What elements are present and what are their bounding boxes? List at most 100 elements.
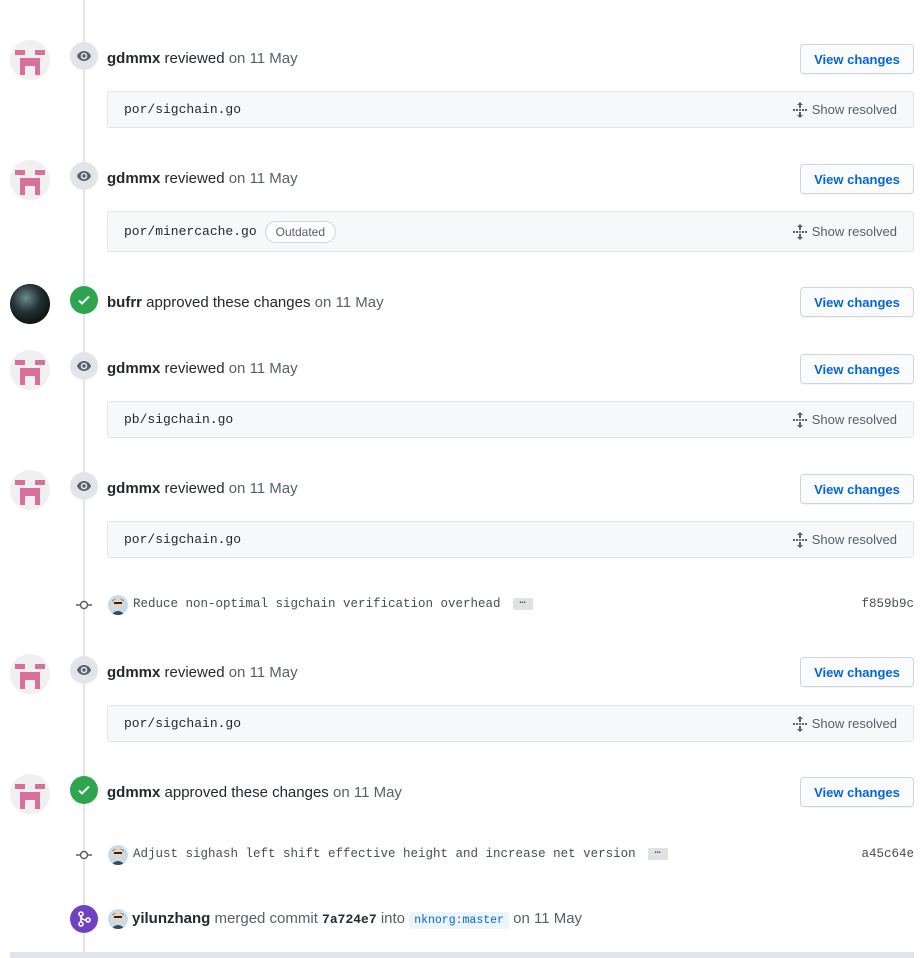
review-action: approved these changes <box>164 784 329 801</box>
author-link[interactable]: gdmmx <box>107 784 160 801</box>
review-action: reviewed <box>164 480 225 497</box>
avatar[interactable] <box>10 284 50 324</box>
avatar[interactable] <box>10 160 50 200</box>
commit-message: Reduce non-optimal sigchain verification… <box>133 596 533 611</box>
review-action: reviewed <box>164 360 225 377</box>
eye-icon <box>70 656 98 684</box>
file-path-link[interactable]: por/sigchain.go <box>124 102 241 117</box>
review-action: approved these changes <box>146 294 311 311</box>
merge-icon <box>70 905 98 933</box>
review-file-box: por/minercache.go Outdated Show resolved <box>107 211 914 252</box>
review-date[interactable]: on 11 May <box>315 294 384 311</box>
review-file-box: por/sigchain.go Show resolved <box>107 521 914 558</box>
view-changes-button[interactable]: View changes <box>800 474 914 504</box>
outdated-label: Outdated <box>264 220 336 243</box>
target-branch-label[interactable]: nknorg:master <box>409 912 509 929</box>
file-path-link[interactable]: por/sigchain.go <box>124 532 241 547</box>
unfold-icon <box>792 715 807 732</box>
view-changes-button[interactable]: View changes <box>800 777 914 807</box>
commit-node-icon <box>76 850 92 860</box>
review-file-box: por/sigchain.go Show resolved <box>107 91 914 128</box>
review-date[interactable]: on 11 May <box>229 170 298 187</box>
unfold-icon <box>792 223 807 240</box>
author-link[interactable]: bufrr <box>107 294 142 311</box>
author-link[interactable]: yilunzhang <box>132 910 210 927</box>
author-link[interactable]: gdmmx <box>107 480 160 497</box>
review-file-box: por/sigchain.go Show resolved <box>107 705 914 742</box>
show-resolved-button[interactable]: Show resolved <box>792 411 897 428</box>
view-changes-button[interactable]: View changes <box>800 287 914 317</box>
avatar[interactable] <box>10 350 50 390</box>
avatar[interactable] <box>108 909 128 929</box>
commit-node-icon <box>76 600 92 610</box>
avatar[interactable] <box>108 595 128 615</box>
avatar[interactable] <box>10 654 50 694</box>
review-header: gdmmx reviewed on 11 May <box>107 49 298 69</box>
eye-icon <box>70 162 98 190</box>
show-resolved-button[interactable]: Show resolved <box>792 101 897 118</box>
review-action: reviewed <box>164 170 225 187</box>
merge-date[interactable]: on 11 May <box>513 910 582 927</box>
show-resolved-label: Show resolved <box>811 102 897 117</box>
review-date[interactable]: on 11 May <box>229 480 298 497</box>
author-link[interactable]: gdmmx <box>107 360 160 377</box>
view-changes-button[interactable]: View changes <box>800 657 914 687</box>
file-path-link[interactable]: por/sigchain.go <box>124 716 241 731</box>
avatar[interactable] <box>10 470 50 510</box>
show-resolved-label: Show resolved <box>811 224 897 239</box>
view-changes-button[interactable]: View changes <box>800 164 914 194</box>
commit-row: Adjust sighash left shift effective heig… <box>0 845 924 865</box>
review-date[interactable]: on 11 May <box>333 784 402 801</box>
show-resolved-button[interactable]: Show resolved <box>792 531 897 548</box>
file-path-link[interactable]: por/minercache.go <box>124 224 257 239</box>
review-header: gdmmx reviewed on 11 May <box>107 359 298 379</box>
merge-header: yilunzhang merged commit 7a724e7 into nk… <box>132 909 582 931</box>
commit-message-link[interactable]: Reduce non-optimal sigchain verification… <box>133 597 501 611</box>
merged-commit-sha-link[interactable]: 7a724e7 <box>322 912 377 927</box>
branch-separator: : <box>455 914 463 927</box>
commit-message-link[interactable]: Adjust sighash left shift effective heig… <box>133 847 636 861</box>
review-date[interactable]: on 11 May <box>229 360 298 377</box>
eye-icon <box>70 352 98 380</box>
review-date[interactable]: on 11 May <box>229 664 298 681</box>
branch-owner: nknorg <box>414 914 456 927</box>
view-changes-button[interactable]: View changes <box>800 354 914 384</box>
eye-icon <box>70 42 98 70</box>
author-link[interactable]: gdmmx <box>107 50 160 67</box>
commit-message: Adjust sighash left shift effective heig… <box>133 846 668 861</box>
show-resolved-button[interactable]: Show resolved <box>792 223 897 240</box>
merge-action: merged commit <box>214 910 318 927</box>
unfold-icon <box>792 411 807 428</box>
avatar[interactable] <box>108 845 128 865</box>
check-icon <box>70 776 98 804</box>
author-link[interactable]: gdmmx <box>107 170 160 187</box>
view-changes-button[interactable]: View changes <box>800 44 914 74</box>
file-path-link[interactable]: pb/sigchain.go <box>124 412 233 427</box>
show-resolved-label: Show resolved <box>811 532 897 547</box>
review-action: reviewed <box>164 50 225 67</box>
review-header: gdmmx reviewed on 11 May <box>107 663 298 683</box>
review-header: gdmmx reviewed on 11 May <box>107 479 298 499</box>
review-file-box: pb/sigchain.go Show resolved <box>107 401 914 438</box>
review-date[interactable]: on 11 May <box>229 50 298 67</box>
commit-sha-link[interactable]: f859b9c <box>861 597 914 611</box>
avatar[interactable] <box>10 40 50 80</box>
author-link[interactable]: gdmmx <box>107 664 160 681</box>
expand-ellipsis-button[interactable]: … <box>512 596 533 610</box>
show-resolved-label: Show resolved <box>811 716 897 731</box>
timeline-bottom-divider <box>10 952 914 958</box>
unfold-icon <box>792 531 807 548</box>
review-action: reviewed <box>164 664 225 681</box>
commit-sha-link[interactable]: a45c64e <box>861 847 914 861</box>
review-header: bufrr approved these changes on 11 May <box>107 293 384 313</box>
review-header: gdmmx approved these changes on 11 May <box>107 783 402 803</box>
check-icon <box>70 286 98 314</box>
show-resolved-button[interactable]: Show resolved <box>792 715 897 732</box>
expand-ellipsis-button[interactable]: … <box>647 846 668 860</box>
avatar[interactable] <box>10 774 50 814</box>
commit-row: Reduce non-optimal sigchain verification… <box>0 595 924 615</box>
eye-icon <box>70 472 98 500</box>
show-resolved-label: Show resolved <box>811 412 897 427</box>
branch-name: master <box>462 914 504 927</box>
merge-into-text: into <box>380 910 406 927</box>
